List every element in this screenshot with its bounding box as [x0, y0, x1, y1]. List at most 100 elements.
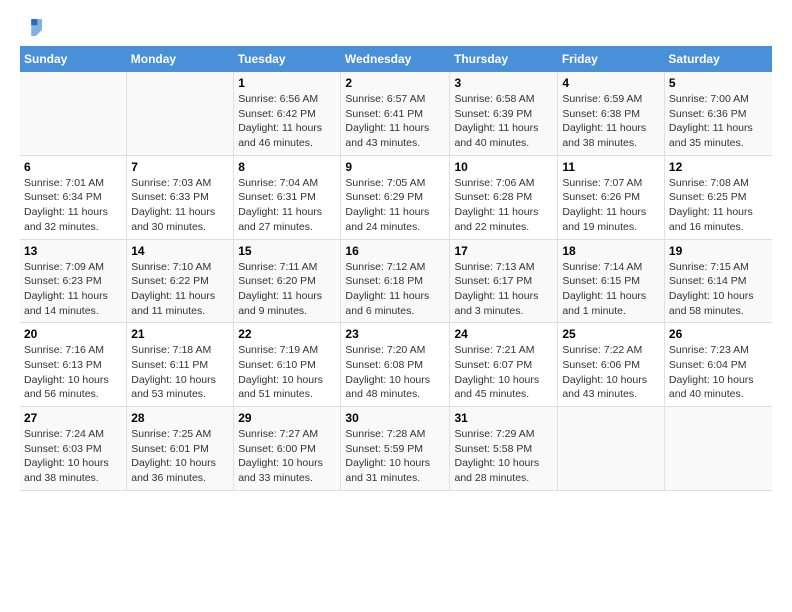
calendar-week-row: 13Sunrise: 7:09 AM Sunset: 6:23 PM Dayli…	[20, 239, 772, 323]
day-info: Sunrise: 7:01 AM Sunset: 6:34 PM Dayligh…	[24, 176, 122, 235]
day-info: Sunrise: 7:11 AM Sunset: 6:20 PM Dayligh…	[238, 260, 336, 319]
day-info: Sunrise: 7:05 AM Sunset: 6:29 PM Dayligh…	[345, 176, 445, 235]
day-number: 17	[454, 244, 553, 258]
day-info: Sunrise: 7:25 AM Sunset: 6:01 PM Dayligh…	[131, 427, 229, 486]
day-number: 2	[345, 76, 445, 90]
day-number: 9	[345, 160, 445, 174]
calendar-cell: 23 Sunrise: 7:20 AM Sunset: 6:08 PM Dayli…	[341, 323, 450, 407]
day-info: Sunrise: 7:29 AM Sunset: 5:58 PM Dayligh…	[454, 427, 553, 486]
day-info: Sunrise: 7:28 AM Sunset: 5:59 PM Dayligh…	[345, 427, 445, 486]
calendar-cell: 17 Sunrise: 7:13 AM Sunset: 6:17 PM Dayli…	[450, 239, 558, 323]
day-info: Sunrise: 7:19 AM Sunset: 6:10 PM Dayligh…	[238, 343, 336, 402]
day-number: 8	[238, 160, 336, 174]
day-number: 12	[669, 160, 768, 174]
day-number: 3	[454, 76, 553, 90]
calendar-week-row: 27 Sunrise: 7:24 AM Sunset: 6:03 PM Dayli…	[20, 407, 772, 491]
calendar-cell	[20, 72, 127, 155]
header-row: SundayMondayTuesdayWednesdayThursdayFrid…	[20, 46, 772, 72]
day-number: 4	[562, 76, 660, 90]
day-number: 14	[131, 244, 229, 258]
day-number: 19	[669, 244, 768, 258]
weekday-header: Friday	[558, 46, 665, 72]
calendar-cell: 24 Sunrise: 7:21 AM Sunset: 6:07 PM Dayli…	[450, 323, 558, 407]
calendar-cell: 25 Sunrise: 7:22 AM Sunset: 6:06 PM Dayli…	[558, 323, 665, 407]
calendar-cell: 22 Sunrise: 7:19 AM Sunset: 6:10 PM Dayli…	[234, 323, 341, 407]
logo-icon	[20, 16, 44, 36]
day-number: 31	[454, 411, 553, 425]
weekday-header: Sunday	[20, 46, 127, 72]
day-info: Sunrise: 7:21 AM Sunset: 6:07 PM Dayligh…	[454, 343, 553, 402]
weekday-header: Saturday	[664, 46, 772, 72]
day-info: Sunrise: 7:18 AM Sunset: 6:11 PM Dayligh…	[131, 343, 229, 402]
calendar-week-row: 20 Sunrise: 7:16 AM Sunset: 6:13 PM Dayli…	[20, 323, 772, 407]
day-info: Sunrise: 7:14 AM Sunset: 6:15 PM Dayligh…	[562, 260, 660, 319]
calendar-cell: 8 Sunrise: 7:04 AM Sunset: 6:31 PM Daylig…	[234, 155, 341, 239]
day-number: 24	[454, 327, 553, 341]
calendar-cell	[127, 72, 234, 155]
day-info: Sunrise: 7:06 AM Sunset: 6:28 PM Dayligh…	[454, 176, 553, 235]
day-info: Sunrise: 7:20 AM Sunset: 6:08 PM Dayligh…	[345, 343, 445, 402]
calendar-cell: 28 Sunrise: 7:25 AM Sunset: 6:01 PM Dayli…	[127, 407, 234, 491]
calendar-cell: 18 Sunrise: 7:14 AM Sunset: 6:15 PM Dayli…	[558, 239, 665, 323]
calendar-cell: 5Sunrise: 7:00 AM Sunset: 6:36 PM Daylig…	[664, 72, 772, 155]
weekday-header: Monday	[127, 46, 234, 72]
calendar-cell: 16 Sunrise: 7:12 AM Sunset: 6:18 PM Dayli…	[341, 239, 450, 323]
day-info: Sunrise: 7:04 AM Sunset: 6:31 PM Dayligh…	[238, 176, 336, 235]
day-info: Sunrise: 7:27 AM Sunset: 6:00 PM Dayligh…	[238, 427, 336, 486]
calendar-cell: 13Sunrise: 7:09 AM Sunset: 6:23 PM Dayli…	[20, 239, 127, 323]
day-number: 1	[238, 76, 336, 90]
day-info: Sunrise: 6:58 AM Sunset: 6:39 PM Dayligh…	[454, 92, 553, 151]
weekday-header: Wednesday	[341, 46, 450, 72]
calendar-cell: 1 Sunrise: 6:56 AM Sunset: 6:42 PM Daylig…	[234, 72, 341, 155]
calendar-cell: 27 Sunrise: 7:24 AM Sunset: 6:03 PM Dayli…	[20, 407, 127, 491]
day-info: Sunrise: 7:23 AM Sunset: 6:04 PM Dayligh…	[669, 343, 768, 402]
day-info: Sunrise: 7:00 AM Sunset: 6:36 PM Dayligh…	[669, 92, 768, 151]
day-number: 25	[562, 327, 660, 341]
day-info: Sunrise: 7:07 AM Sunset: 6:26 PM Dayligh…	[562, 176, 660, 235]
calendar-cell: 3 Sunrise: 6:58 AM Sunset: 6:39 PM Daylig…	[450, 72, 558, 155]
day-number: 22	[238, 327, 336, 341]
day-number: 28	[131, 411, 229, 425]
day-number: 7	[131, 160, 229, 174]
main-container: SundayMondayTuesdayWednesdayThursdayFrid…	[0, 0, 792, 501]
day-info: Sunrise: 7:13 AM Sunset: 6:17 PM Dayligh…	[454, 260, 553, 319]
calendar-cell: 30 Sunrise: 7:28 AM Sunset: 5:59 PM Dayli…	[341, 407, 450, 491]
day-info: Sunrise: 7:22 AM Sunset: 6:06 PM Dayligh…	[562, 343, 660, 402]
calendar-cell: 21Sunrise: 7:18 AM Sunset: 6:11 PM Dayli…	[127, 323, 234, 407]
calendar-cell: 14 Sunrise: 7:10 AM Sunset: 6:22 PM Dayli…	[127, 239, 234, 323]
calendar-cell: 7 Sunrise: 7:03 AM Sunset: 6:33 PM Daylig…	[127, 155, 234, 239]
day-info: Sunrise: 7:16 AM Sunset: 6:13 PM Dayligh…	[24, 343, 122, 402]
day-info: Sunrise: 7:10 AM Sunset: 6:22 PM Dayligh…	[131, 260, 229, 319]
day-number: 18	[562, 244, 660, 258]
calendar-week-row: 6 Sunrise: 7:01 AM Sunset: 6:34 PM Daylig…	[20, 155, 772, 239]
day-info: Sunrise: 6:57 AM Sunset: 6:41 PM Dayligh…	[345, 92, 445, 151]
calendar-cell: 19 Sunrise: 7:15 AM Sunset: 6:14 PM Dayli…	[664, 239, 772, 323]
day-number: 30	[345, 411, 445, 425]
calendar-cell: 31 Sunrise: 7:29 AM Sunset: 5:58 PM Dayli…	[450, 407, 558, 491]
day-number: 29	[238, 411, 336, 425]
day-info: Sunrise: 7:09 AM Sunset: 6:23 PM Dayligh…	[24, 260, 122, 319]
day-number: 16	[345, 244, 445, 258]
weekday-header: Tuesday	[234, 46, 341, 72]
day-number: 6	[24, 160, 122, 174]
weekday-header: Thursday	[450, 46, 558, 72]
day-number: 27	[24, 411, 122, 425]
day-number: 23	[345, 327, 445, 341]
calendar-week-row: 1 Sunrise: 6:56 AM Sunset: 6:42 PM Daylig…	[20, 72, 772, 155]
calendar-table: SundayMondayTuesdayWednesdayThursdayFrid…	[20, 46, 772, 491]
calendar-cell: 10 Sunrise: 7:06 AM Sunset: 6:28 PM Dayli…	[450, 155, 558, 239]
calendar-cell: 20 Sunrise: 7:16 AM Sunset: 6:13 PM Dayli…	[20, 323, 127, 407]
calendar-cell: 2 Sunrise: 6:57 AM Sunset: 6:41 PM Daylig…	[341, 72, 450, 155]
day-number: 15	[238, 244, 336, 258]
day-info: Sunrise: 7:12 AM Sunset: 6:18 PM Dayligh…	[345, 260, 445, 319]
day-info: Sunrise: 7:24 AM Sunset: 6:03 PM Dayligh…	[24, 427, 122, 486]
header	[20, 16, 772, 36]
day-info: Sunrise: 7:03 AM Sunset: 6:33 PM Dayligh…	[131, 176, 229, 235]
day-number: 11	[562, 160, 660, 174]
day-info: Sunrise: 7:15 AM Sunset: 6:14 PM Dayligh…	[669, 260, 768, 319]
day-info: Sunrise: 6:59 AM Sunset: 6:38 PM Dayligh…	[562, 92, 660, 151]
day-info: Sunrise: 6:56 AM Sunset: 6:42 PM Dayligh…	[238, 92, 336, 151]
day-number: 10	[454, 160, 553, 174]
calendar-cell: 6 Sunrise: 7:01 AM Sunset: 6:34 PM Daylig…	[20, 155, 127, 239]
day-number: 20	[24, 327, 122, 341]
